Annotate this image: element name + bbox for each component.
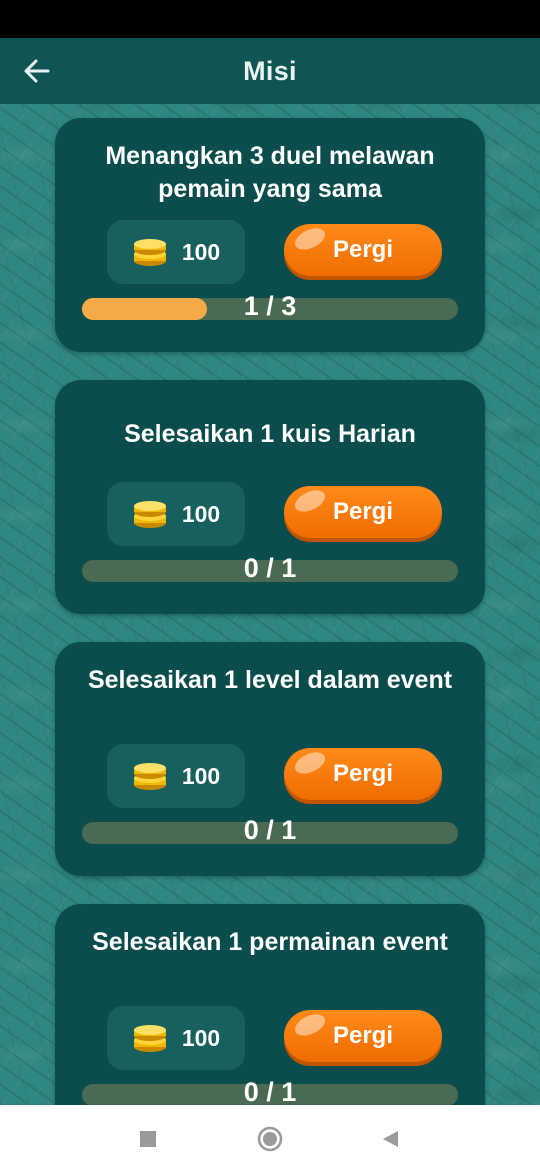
missions-screen: Misi Menangkan 3 duel melawan pemain yan… <box>0 38 540 1105</box>
go-button[interactable]: Pergi <box>284 748 442 800</box>
mission-card: Selesaikan 1 level dalam event 100 Pergi <box>55 642 485 876</box>
progress-text: 0 / 1 <box>243 553 297 583</box>
home-circle-icon[interactable] <box>254 1123 286 1155</box>
progress-bar: 0 / 1 <box>82 553 458 583</box>
go-button[interactable]: Pergi <box>284 486 442 538</box>
coin-stack-icon <box>133 1025 166 1052</box>
system-nav-bar <box>0 1105 540 1170</box>
progress-bar: 0 / 1 <box>82 1077 458 1105</box>
reward-amount: 100 <box>181 238 221 265</box>
mission-card: Selesaikan 1 permainan event 100 Pergi 0… <box>55 904 485 1105</box>
reward-amount: 100 <box>181 500 221 527</box>
mission-title: Selesaikan 1 permainan event <box>92 928 448 956</box>
recents-square-icon[interactable] <box>132 1123 164 1155</box>
progress-bar: 1 / 3 <box>82 291 458 321</box>
reward-amount: 100 <box>181 1024 221 1051</box>
go-button[interactable]: Pergi <box>284 224 442 276</box>
go-button-label: Pergi <box>332 236 394 263</box>
status-bar <box>0 0 540 38</box>
reward-pill: 100 <box>107 744 245 808</box>
coin-stack-icon <box>133 239 166 266</box>
coin-stack-icon <box>133 763 166 790</box>
page-title: Misi <box>243 55 297 86</box>
app-header: Misi <box>0 38 540 104</box>
reward-amount: 100 <box>181 762 221 789</box>
mission-title: Selesaikan 1 level dalam event <box>87 666 453 694</box>
back-arrow-icon[interactable] <box>20 54 54 88</box>
reward-pill: 100 <box>107 220 245 284</box>
progress-text: 0 / 1 <box>243 1077 297 1105</box>
go-button[interactable]: Pergi <box>284 1010 442 1062</box>
mission-card: Menangkan 3 duel melawan pemain yang sam… <box>55 118 485 352</box>
reward-pill: 100 <box>107 482 245 546</box>
go-button-label: Pergi <box>332 498 394 525</box>
coin-stack-icon <box>133 501 166 528</box>
progress-text: 1 / 3 <box>243 291 297 321</box>
reward-pill: 100 <box>107 1006 245 1070</box>
back-triangle-icon[interactable] <box>374 1123 406 1155</box>
go-button-label: Pergi <box>332 760 394 787</box>
progress-bar: 0 / 1 <box>82 815 458 845</box>
mission-title: Selesaikan 1 kuis Harian <box>124 420 416 448</box>
mission-title: Menangkan 3 duel melawan pemain yang sam… <box>105 142 435 203</box>
progress-text: 0 / 1 <box>243 815 297 845</box>
mission-card: Selesaikan 1 kuis Harian 100 Pergi 0 / 1 <box>55 380 485 614</box>
go-button-label: Pergi <box>332 1022 394 1049</box>
